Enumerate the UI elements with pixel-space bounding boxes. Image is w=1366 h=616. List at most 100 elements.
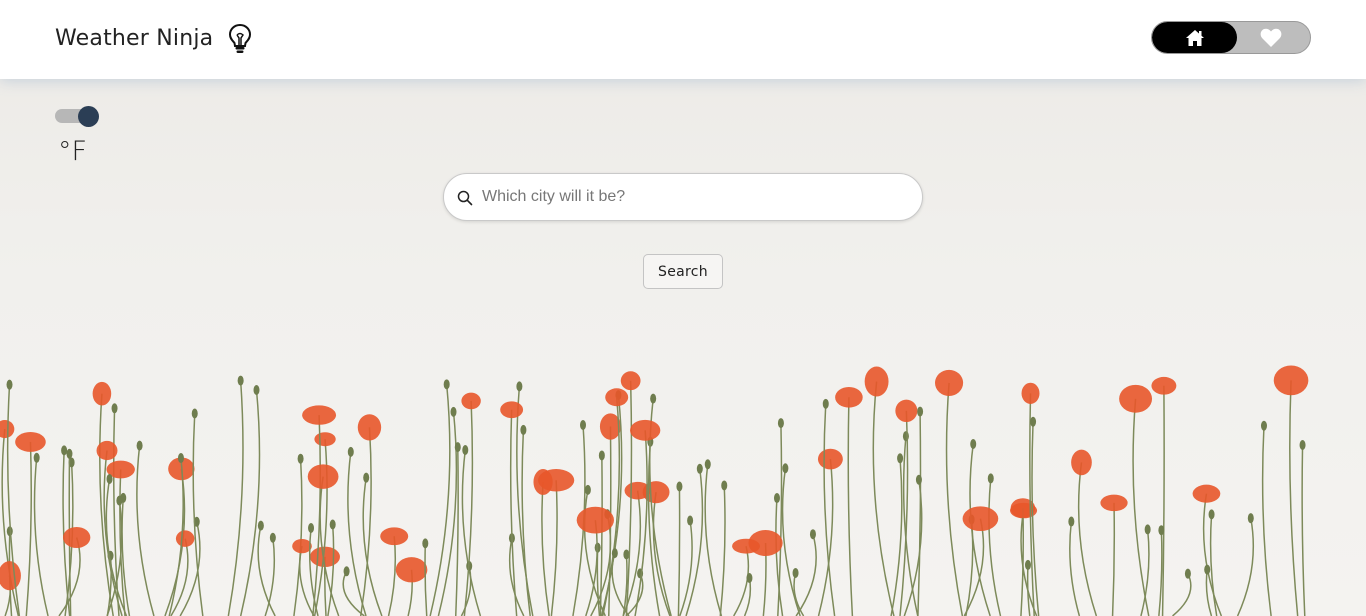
flower-stem [1172,573,1192,616]
poppy-bud [902,431,909,442]
search-input[interactable] [482,182,902,212]
flower-stem [1301,444,1306,616]
flower-stem [847,397,854,616]
flower-stem [362,477,383,616]
poppy-bloom [380,527,409,546]
poppy-bud [520,424,527,435]
flower-stem [1069,521,1081,616]
poppy-bloom [1100,494,1128,512]
poppy-bud [177,453,184,464]
poppy-bud [611,548,618,559]
poppy-bud [696,463,703,474]
poppy-bloom [357,414,382,441]
poppy-bud [363,472,370,483]
flower-stem [359,427,372,616]
poppy-bud [308,522,315,533]
poppy-bud [257,520,264,531]
poppy-bloom [175,530,195,547]
flower-stem [319,476,340,616]
poppy-bud [450,406,457,417]
flower-stem [1261,425,1272,616]
poppy-bud [1299,439,1306,450]
poppy-bloom [1071,449,1092,476]
poppy-bloom [835,386,863,408]
poppy-bud [343,566,350,577]
flower-stem [516,386,534,616]
poppy-bud [970,438,977,449]
poppy-bud [809,529,816,540]
poppy-bud [782,463,789,474]
poppy-bloom [307,464,339,489]
poppy-bud [443,379,450,390]
flower-stem [988,478,1002,616]
poppy-bud [598,450,605,461]
search-icon [457,190,473,206]
poppy-bud [987,473,994,484]
poppy-bud [650,393,657,404]
flower-stem [743,577,752,616]
flower-stem [424,543,428,616]
flower-stem [685,468,704,616]
poppy-bud [347,446,354,457]
flower-stem [25,441,33,616]
poppy-bud [329,519,336,530]
flower-stem [1158,530,1163,616]
poppy-bud [1184,568,1191,579]
poppy-bud [106,473,113,484]
flower-stem [387,536,397,616]
poppy-bud [704,459,711,470]
poppy-field-illustration [0,365,1309,616]
flower-stem [136,445,155,616]
poppy-bloom [620,371,641,391]
poppy-bud [897,453,904,464]
poppy-bloom [1151,376,1177,395]
search-box [443,173,923,221]
poppy-bloom [962,506,999,532]
poppy-bud [136,440,143,451]
poppy-bud [33,452,40,463]
poppy-bud [1144,524,1151,535]
flower-stem [704,464,723,616]
poppy-bud [915,474,922,485]
flower-stem [33,457,49,616]
favorites-button[interactable] [1232,22,1310,53]
flower-stem [170,538,189,616]
flower-stem [817,459,834,616]
unit-toggle-knob[interactable] [78,106,99,127]
poppy-bud [297,453,304,464]
search-button[interactable]: Search [643,254,723,289]
flower-stem [585,520,598,616]
flower-stem [596,547,601,616]
poppy-bloom [935,369,964,396]
flower-stem [521,429,531,616]
flower-stem [917,411,922,616]
poppy-bud [792,567,799,578]
home-button[interactable] [1152,22,1237,53]
flower-stem [239,389,261,616]
poppy-bud [454,442,461,453]
poppy-bloom [92,381,112,406]
poppy-bloom [895,399,918,423]
poppy-bud [422,538,429,549]
flower-stem [1026,564,1031,616]
flower-stem [945,382,964,616]
flower-stem [293,458,303,616]
flower-stem [327,524,335,616]
flower-stem [733,545,750,616]
flower-stem [541,481,550,616]
poppy-bud [1024,559,1031,570]
poppy-bud [61,445,68,456]
poppy-bud [580,419,587,430]
poppy-bud [746,572,753,583]
flower-stem [795,533,817,616]
flower-stem [429,384,451,616]
flower-stem [1111,502,1116,616]
poppy-bud [687,515,694,526]
flower-stem [781,468,801,616]
unit-toggle[interactable] [55,106,99,127]
poppy-bud [623,549,630,560]
poppy-bud [191,408,198,419]
poppy-bloom [461,392,481,410]
poppy-bud [6,379,13,390]
poppy-bloom [500,401,524,419]
